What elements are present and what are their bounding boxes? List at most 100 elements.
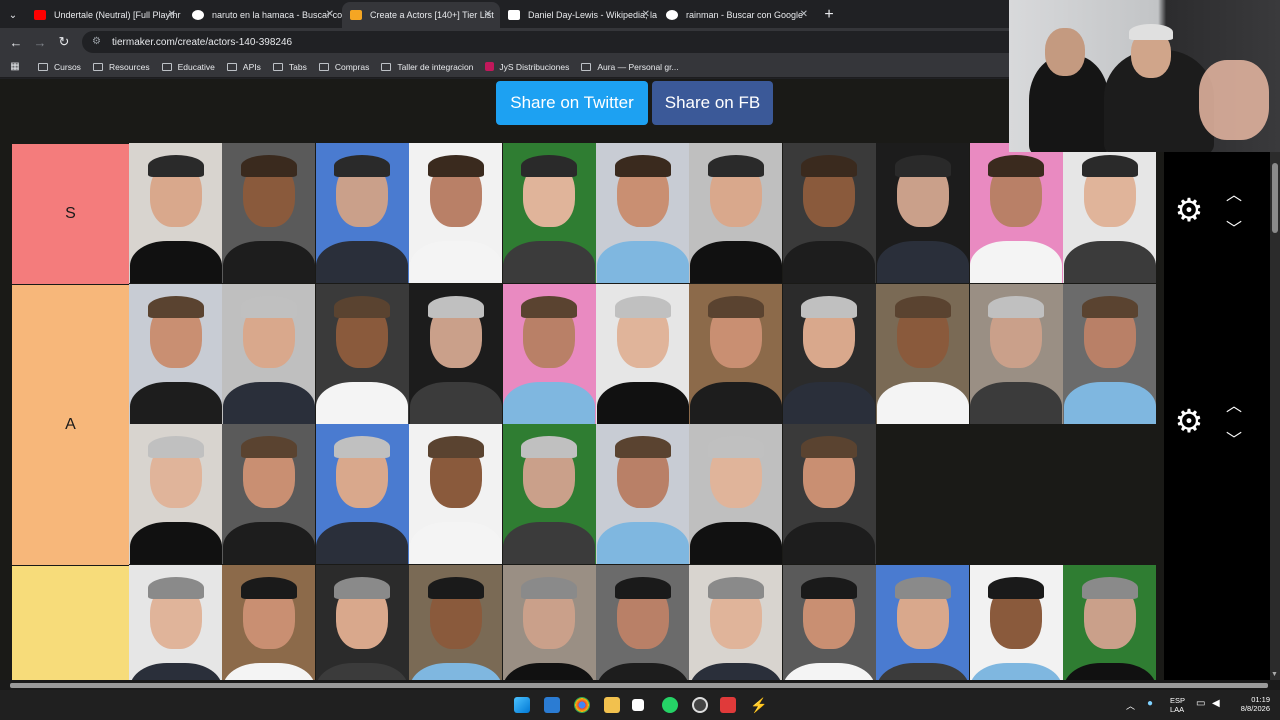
share-on-fb-button[interactable]: Share on FB xyxy=(652,81,773,125)
apps-grid-icon[interactable]: ▦ xyxy=(2,61,28,72)
bookmark-compras[interactable]: Compras xyxy=(318,62,369,72)
tier-label[interactable] xyxy=(12,565,129,680)
actor-thumbnail[interactable] xyxy=(1063,143,1156,283)
forward-arrow-icon[interactable]: → xyxy=(28,35,52,50)
bookmark-apis[interactable]: APIs xyxy=(226,62,261,72)
actor-thumbnail[interactable] xyxy=(782,284,876,424)
actor-thumbnail[interactable] xyxy=(969,143,1063,283)
actor-thumbnail[interactable] xyxy=(409,143,503,283)
move-up-chevron-icon[interactable]: ︿ xyxy=(1222,392,1246,416)
actor-thumbnail[interactable] xyxy=(876,284,970,424)
bookmark-aura[interactable]: Aura — Personal gr... xyxy=(581,62,679,72)
vertical-scrollbar[interactable]: ▲ ▼ xyxy=(1270,79,1280,680)
actor-thumbnail[interactable] xyxy=(502,284,596,424)
scroll-down-icon[interactable]: ▼ xyxy=(1271,671,1278,678)
bookmark-educative[interactable]: Educative xyxy=(161,62,215,72)
bookmark-taller[interactable]: Taller de integracion xyxy=(381,62,473,72)
close-tab-icon[interactable]: ✕ xyxy=(800,9,808,20)
whatsapp-icon[interactable] xyxy=(662,697,678,713)
actor-thumbnail[interactable] xyxy=(1063,284,1156,424)
tier-items[interactable] xyxy=(129,565,1164,680)
actor-thumbnail[interactable] xyxy=(782,143,876,283)
obs-icon[interactable] xyxy=(692,697,708,713)
actor-thumbnail[interactable] xyxy=(502,143,596,283)
tier-items[interactable] xyxy=(129,143,1164,284)
scroll-thumb[interactable] xyxy=(10,683,1268,688)
tab-naruto-search[interactable]: naruto en la hamaca - Buscar co ✕ xyxy=(184,2,342,28)
bookmark-cursos[interactable]: Cursos xyxy=(38,62,81,72)
tab-wikipedia[interactable]: Daniel Day-Lewis - Wikipedia, la ✕ xyxy=(500,2,658,28)
tab-tiermaker[interactable]: Create a Actors [140+] Tier List ✕ xyxy=(342,2,500,28)
language-indicator[interactable]: ESP LAA xyxy=(1170,696,1185,714)
settings-gear-icon[interactable]: ⚙ xyxy=(1172,402,1206,440)
actor-thumbnail[interactable] xyxy=(222,424,316,564)
actor-thumbnail[interactable] xyxy=(129,143,222,283)
horizontal-scrollbar[interactable] xyxy=(0,680,1280,690)
bookmark-resources[interactable]: Resources xyxy=(92,62,150,72)
actor-thumbnail[interactable] xyxy=(409,424,503,564)
tier-items[interactable] xyxy=(129,284,1164,565)
actor-thumbnail[interactable] xyxy=(689,424,783,564)
close-tab-icon[interactable]: ✕ xyxy=(168,9,176,20)
chrome-icon[interactable] xyxy=(574,697,590,713)
actor-thumbnail[interactable] xyxy=(969,565,1063,680)
reload-icon[interactable]: ↻ xyxy=(52,34,76,50)
actor-thumbnail[interactable] xyxy=(969,284,1063,424)
actor-thumbnail[interactable] xyxy=(502,565,596,680)
actor-thumbnail[interactable] xyxy=(596,565,689,680)
actor-thumbnail[interactable] xyxy=(315,424,409,564)
actor-thumbnail[interactable] xyxy=(409,284,503,424)
share-on-twitter-button[interactable]: Share on Twitter xyxy=(496,81,648,125)
clock[interactable]: 01:19 8/8/2026 xyxy=(1232,695,1270,713)
actor-thumbnail[interactable] xyxy=(222,284,316,424)
actor-thumbnail[interactable] xyxy=(315,143,409,283)
actor-thumbnail[interactable] xyxy=(1063,565,1156,680)
close-tab-icon[interactable]: ✕ xyxy=(326,9,334,20)
actor-thumbnail[interactable] xyxy=(129,565,222,680)
actor-thumbnail[interactable] xyxy=(129,284,222,424)
settings-gear-icon[interactable]: ⚙ xyxy=(1172,191,1206,229)
actor-thumbnail[interactable] xyxy=(876,143,970,283)
mail-icon[interactable] xyxy=(544,697,560,713)
tier-label[interactable]: A xyxy=(12,284,129,565)
actor-thumbnail[interactable] xyxy=(689,284,783,424)
start-icon[interactable] xyxy=(514,697,530,713)
actor-thumbnail[interactable] xyxy=(315,284,409,424)
app-cube-icon[interactable] xyxy=(632,699,644,711)
actor-thumbnail[interactable] xyxy=(222,143,316,283)
tab-undertale[interactable]: Undertale (Neutral) [Full Playthr ✕ xyxy=(26,2,184,28)
volume-icon[interactable]: ◀ xyxy=(1212,698,1220,709)
address-bar[interactable]: ⚙ tiermaker.com/create/actors-140-398246 xyxy=(82,31,1082,53)
actor-thumbnail[interactable] xyxy=(129,424,222,564)
close-tab-icon[interactable]: ✕ xyxy=(484,9,492,20)
actor-thumbnail[interactable] xyxy=(689,143,783,283)
tray-chevron-icon[interactable]: ︿ xyxy=(1126,699,1135,712)
bookmark-tabs[interactable]: Tabs xyxy=(272,62,307,72)
actor-thumbnail[interactable] xyxy=(409,565,503,680)
actor-thumbnail[interactable] xyxy=(689,565,783,680)
tab-search-button[interactable]: ⌄ xyxy=(0,2,26,28)
close-tab-icon[interactable]: ✕ xyxy=(642,9,650,20)
new-tab-button[interactable]: + xyxy=(816,2,842,28)
move-down-chevron-icon[interactable]: ﹀ xyxy=(1222,215,1246,239)
actor-thumbnail[interactable] xyxy=(782,565,876,680)
move-up-chevron-icon[interactable]: ︿ xyxy=(1222,181,1246,205)
bookmark-jys[interactable]: JyS Distribuciones xyxy=(485,62,569,72)
site-info-icon[interactable]: ⚙ xyxy=(92,36,101,47)
actor-thumbnail[interactable] xyxy=(876,565,970,680)
actor-thumbnail[interactable] xyxy=(596,424,689,564)
file-explorer-icon[interactable] xyxy=(604,697,620,713)
app-red-icon[interactable] xyxy=(720,697,736,713)
network-icon[interactable]: ▭ xyxy=(1196,698,1205,709)
tab-rainman-search[interactable]: rainman - Buscar con Google ✕ xyxy=(658,2,816,28)
actor-thumbnail[interactable] xyxy=(596,143,689,283)
scroll-thumb[interactable] xyxy=(1272,163,1278,233)
actor-thumbnail[interactable] xyxy=(222,565,316,680)
back-arrow-icon[interactable]: ← xyxy=(4,35,28,50)
microphone-icon[interactable]: ● xyxy=(1147,698,1153,709)
actor-thumbnail[interactable] xyxy=(596,284,689,424)
tier-label[interactable]: S xyxy=(12,143,129,284)
move-down-chevron-icon[interactable]: ﹀ xyxy=(1222,426,1246,450)
lightning-icon[interactable]: ⚡ xyxy=(750,697,767,713)
actor-thumbnail[interactable] xyxy=(502,424,596,564)
